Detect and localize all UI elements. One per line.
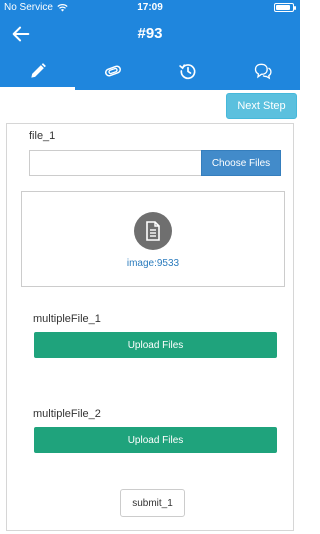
battery-icon (274, 3, 296, 12)
file-1-input[interactable] (29, 150, 201, 176)
upload-files-button-2[interactable]: Upload Files (34, 427, 277, 453)
form-panel: file_1 Choose Files image:9533 multipleF… (6, 123, 294, 531)
multiple-file-1-label: multipleFile_1 (33, 313, 101, 325)
next-step-button[interactable]: Next Step (226, 93, 297, 119)
tab-history[interactable] (150, 52, 225, 90)
history-icon (178, 64, 195, 80)
tab-attachments[interactable] (75, 52, 150, 90)
tab-bar (0, 52, 300, 90)
choose-files-button[interactable]: Choose Files (201, 150, 281, 176)
preview-filename[interactable]: image:9533 (22, 258, 284, 269)
file-preview[interactable]: image:9533 (21, 191, 285, 287)
tab-edit[interactable] (0, 52, 75, 90)
document-icon (134, 212, 172, 250)
chat-icon (254, 63, 272, 80)
multiple-file-2-label: multipleFile_2 (33, 408, 101, 420)
tab-comments[interactable] (225, 52, 300, 90)
paperclip-icon (104, 65, 121, 77)
file-1-picker: Choose Files (29, 150, 281, 176)
clock: 17:09 (137, 2, 163, 13)
submit-button[interactable]: submit_1 (120, 489, 185, 517)
page-title: #93 (137, 25, 163, 42)
nav-bar: #93 (0, 16, 300, 52)
upload-files-button-1[interactable]: Upload Files (34, 332, 277, 358)
file-1-label: file_1 (29, 130, 56, 142)
pencil-icon (30, 63, 46, 78)
status-bar: No Service 17:09 (0, 0, 300, 16)
